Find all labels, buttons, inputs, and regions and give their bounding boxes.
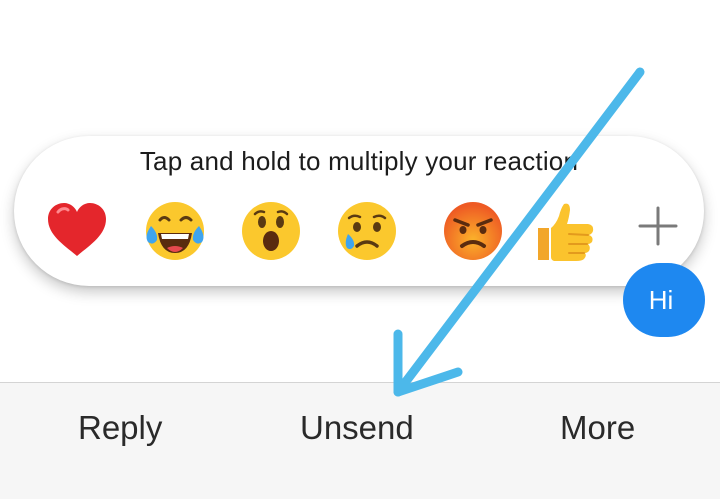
message-action-bar: Reply Unsend More [0,382,720,499]
more-reactions-button[interactable] [636,204,680,248]
reaction-row [44,198,694,268]
wow-reaction-button[interactable] [238,198,304,264]
plus-icon [638,206,678,246]
reaction-hint: Tap and hold to multiply your reaction [139,146,579,176]
red-heart-icon [48,203,106,256]
thumbs-up-icon [538,203,594,261]
sad-reaction-button[interactable] [334,198,400,264]
angry-reaction-button[interactable] [440,198,506,264]
unsend-button[interactable]: Unsend [300,409,414,447]
reaction-picker: Tap and hold to multiply your reaction [14,136,704,286]
message-bubble[interactable]: Hi [623,263,705,337]
laugh-reaction-button[interactable] [142,198,208,264]
heart-reaction-button[interactable] [44,198,110,264]
face-with-open-mouth-icon [242,202,300,260]
face-with-tears-of-joy-icon [146,202,204,260]
more-button[interactable]: More [560,409,635,447]
like-reaction-button[interactable] [532,198,598,264]
angry-face-icon [444,202,502,260]
reply-button[interactable]: Reply [78,409,162,447]
crying-face-icon [338,202,396,260]
